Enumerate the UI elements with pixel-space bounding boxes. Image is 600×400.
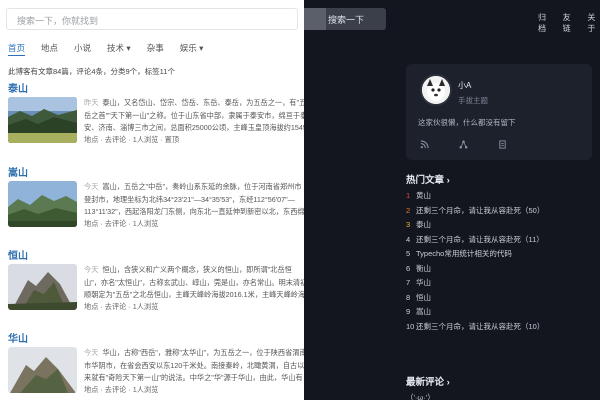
link-about[interactable]: 关于 <box>587 12 600 34</box>
article-title[interactable]: 华山 <box>8 330 304 345</box>
list-item[interactable]: 9 嵩山 <box>406 306 592 321</box>
list-item[interactable]: 7 华山 <box>406 277 592 292</box>
latest-comments-title[interactable]: 最新评论 › <box>406 374 592 388</box>
article-excerpt: 今天 嵩山，五岳之"中岳"，奏岭山系东延的余脉，位于河南省郑州市登封市，地理坐标为… <box>84 181 304 219</box>
list-item[interactable]: 6 衡山 <box>406 263 592 278</box>
rank-number: 4 <box>406 234 411 244</box>
link-friends[interactable]: 友链 <box>563 12 576 34</box>
rank-number: 6 <box>406 263 411 273</box>
list-item-label: Typecho常用统计相关的代码 <box>416 249 512 258</box>
nav-item-novels[interactable]: 小说 <box>74 42 91 56</box>
main-nav: 首页 地点 小说 技术 ▾ 杂事 娱乐 ▾ <box>8 42 219 56</box>
article-excerpt-text: 嵩山，五岳之"中岳"，奏岭山系东延的余脉，位于河南省郑州市登封市，地理坐标为北纬… <box>84 182 304 216</box>
list-item-label: 恒山 <box>416 292 431 302</box>
article-excerpt-text: 华山，古称"西岳"，雅称"太华山"，为五岳之一，位于陕西省渭南市华阴市，在省会西… <box>84 348 304 382</box>
article-title[interactable]: 恒山 <box>8 247 304 262</box>
article-meta[interactable]: 地点 · 去评论 · 1人浏览 · 置顶 <box>84 135 179 145</box>
list-item-label: 华山 <box>416 278 431 287</box>
profile-bio: 这家伙很懒，什么都没有留下 <box>418 118 516 127</box>
list-item-label: 还剩三个月命，请让我从容赴死（10） <box>416 321 545 331</box>
share-icon[interactable] <box>459 140 468 151</box>
article-excerpt-text: 泰山，又名岱山、岱宗、岱岳、东岳、泰岳，为五岳之一，有"五岳之首""天下第一山"… <box>84 98 304 132</box>
search-placeholder: 搜索一下，你就找到 <box>17 16 99 26</box>
rank-number: 7 <box>406 278 411 287</box>
article-card: 恒山 今天 恒山，含狭义和广义两个概念，狭义的恒山，即所谓"北岳恒山"，亦名"太恒… <box>8 247 304 311</box>
profile-subtitle: 手拔主题 <box>458 96 488 105</box>
avatar[interactable] <box>420 74 452 106</box>
list-item[interactable]: 4 还剩三个月命，请让我从容赴死（11） <box>406 234 592 249</box>
article-excerpt-text: 恒山，含狭义和广义两个概念，狭义的恒山，即所谓"北岳恒山"，亦名"太恒山"，古称… <box>84 265 304 299</box>
article-excerpt: 今天 恒山，含狭义和广义两个概念，狭义的恒山，即所谓"北岳恒山"，亦名"太恒山"，… <box>84 264 304 302</box>
article-title[interactable]: 泰山 <box>8 80 304 95</box>
article-thumbnail[interactable] <box>8 347 77 393</box>
rank-number: 3 <box>406 220 411 229</box>
list-item[interactable]: 8 恒山 <box>406 292 592 307</box>
hot-articles-title[interactable]: 热门文章 › <box>406 172 592 186</box>
link-archive[interactable]: 归档 <box>538 12 551 34</box>
list-item-label: 泰山 <box>416 220 431 229</box>
article-card: 泰山 昨天 泰山，又名岱山、岱宗、岱岳、东岳、泰岳，为五岳之一，有"五岳之首""天… <box>8 80 304 144</box>
article-title[interactable]: 嵩山 <box>8 164 304 179</box>
profile-icons <box>420 140 507 151</box>
nav-item-misc[interactable]: 杂事 <box>147 42 164 56</box>
hot-articles: 热门文章 › 1 黄山 2 还剩三个月命，请让我从容赴死（50） 3 泰山 4 还剩三个… <box>406 172 592 331</box>
article-thumbnail[interactable] <box>8 181 77 227</box>
list-item[interactable]: 5 Typecho常用统计相关的代码 <box>406 248 592 263</box>
article-date: 今天 <box>84 348 99 357</box>
search-button[interactable]: 搜索一下 <box>304 8 386 30</box>
profile-name[interactable]: 小A <box>458 80 471 91</box>
nav-item-places[interactable]: 地点 <box>41 42 58 56</box>
article-date: 昨天 <box>84 98 99 107</box>
latest-comment-item[interactable]: （'·ω·'） <box>406 392 435 400</box>
article-meta[interactable]: 地点 · 去评论 · 1人浏览 <box>84 219 158 229</box>
nav-item-tech[interactable]: 技术 ▾ <box>107 42 131 56</box>
blog-stats: 此博客有文章84篇，评论4条，分类9个，标签11个 <box>8 67 175 76</box>
list-item-label: 还剩三个月命，请让我从容赴死（11） <box>416 234 544 244</box>
nav-item-home[interactable]: 首页 <box>8 42 26 56</box>
article-card: 华山 今天 华山，古称"西岳"，雅称"太华山"，为五岳之一，位于陕西省渭南市华阴市… <box>8 330 304 394</box>
list-item-label: 黄山 <box>416 191 431 200</box>
rank-number: 8 <box>406 292 411 302</box>
rank-number: 5 <box>406 249 411 258</box>
top-links: 归档 友链 关于 <box>538 12 600 34</box>
rank-number: 2 <box>406 205 411 215</box>
hot-articles-list: 1 黄山 2 还剩三个月命，请让我从容赴死（50） 3 泰山 4 还剩三个月命，请让我从… <box>406 190 592 335</box>
article-excerpt: 昨天 泰山，又名岱山、岱宗、岱岳、东岳、泰岳，为五岳之一，有"五岳之首""天下第一… <box>84 97 304 135</box>
search-field-edge[interactable] <box>304 8 326 30</box>
rank-number: 1 <box>406 191 411 200</box>
article-excerpt: 今天 华山，古称"西岳"，雅称"太华山"，为五岳之一，位于陕西省渭南市华阴市，在省… <box>84 347 304 385</box>
list-item-label: 嵩山 <box>416 307 431 316</box>
rank-number: 10 <box>406 321 415 331</box>
article-date: 今天 <box>84 182 99 191</box>
article-meta[interactable]: 地点 · 去评论 · 1人浏览 <box>84 302 158 312</box>
article-date: 今天 <box>84 265 99 274</box>
dark-pane: 搜索一下 归档 友链 关于 小A 手拔主题 这家伙很懒，什么都没有留下 热门文章… <box>304 0 600 400</box>
list-item-label: 衡山 <box>416 263 431 273</box>
light-pane: 搜索一下，你就找到 首页 地点 小说 技术 ▾ 杂事 娱乐 ▾ 此博客有文章84… <box>0 0 304 400</box>
list-item[interactable]: 2 还剩三个月命，请让我从容赴死（50） <box>406 205 592 220</box>
article-thumbnail[interactable] <box>8 264 77 310</box>
document-icon[interactable] <box>498 140 507 151</box>
article-thumbnail[interactable] <box>8 97 77 143</box>
article-card: 嵩山 今天 嵩山，五岳之"中岳"，奏岭山系东延的余脉，位于河南省郑州市登封市，地理… <box>8 164 304 228</box>
list-item[interactable]: 10 还剩三个月命，请让我从容赴死（10） <box>406 321 592 336</box>
search-input[interactable]: 搜索一下，你就找到 <box>6 8 298 30</box>
list-item[interactable]: 1 黄山 <box>406 190 592 205</box>
list-item[interactable]: 3 泰山 <box>406 219 592 234</box>
rss-icon[interactable] <box>420 140 429 151</box>
search-button-label[interactable]: 搜索一下 <box>328 13 364 26</box>
profile-card: 小A 手拔主题 这家伙很懒，什么都没有留下 <box>406 64 592 160</box>
nav-item-entertainment[interactable]: 娱乐 ▾ <box>180 42 204 56</box>
rank-number: 9 <box>406 307 411 316</box>
article-meta[interactable]: 地点 · 去评论 · 1人浏览 <box>84 385 158 395</box>
list-item-label: 还剩三个月命，请让我从容赴死（50） <box>416 205 545 215</box>
latest-comments: 最新评论 › （'·ω·'） <box>406 374 592 400</box>
